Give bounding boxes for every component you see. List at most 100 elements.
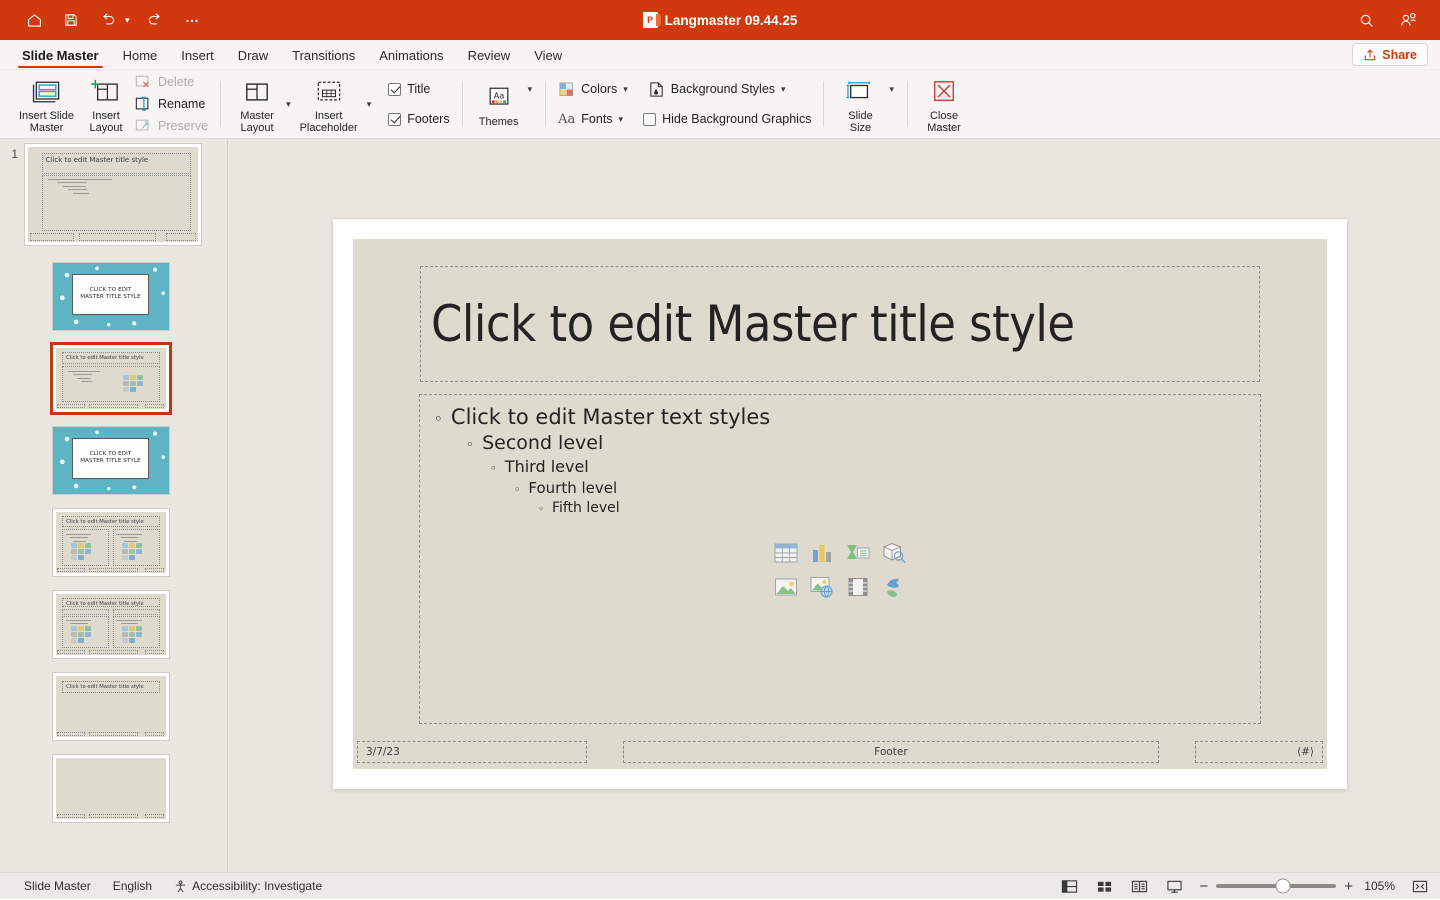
search-icon[interactable] [1354, 8, 1378, 32]
fit-to-window-button[interactable] [1409, 877, 1430, 896]
layout-thumbnail-two-content[interactable]: Click to edit Master title style [51, 508, 170, 577]
text-level-3-label: Third level [504, 457, 589, 476]
insert-icons-icon[interactable] [876, 571, 912, 603]
slide-size-dropdown-caret[interactable]: ▾ [886, 84, 897, 95]
save-icon[interactable] [59, 8, 83, 32]
slide-number-placeholder[interactable]: ⟨#⟩ [1195, 741, 1323, 763]
text-level-1: ◦ Click to edit Master text styles [434, 405, 1260, 429]
slide-editor-canvas[interactable]: Click to edit Master title style ◦ Click… [228, 139, 1440, 872]
layout-5-left-head [62, 608, 110, 615]
layout-6-footer-ph [88, 731, 138, 737]
insert-table-icon[interactable] [768, 537, 804, 569]
themes-button[interactable]: Aa Themes [473, 78, 525, 131]
insert-picture-icon[interactable] [768, 571, 804, 603]
tab-transitions[interactable]: Transitions [280, 45, 367, 69]
fonts-button[interactable]: Aa Fonts ▾ [556, 109, 625, 130]
hide-background-graphics-row[interactable]: Hide Background Graphics [641, 109, 813, 130]
layout-thumbnail-title-slide[interactable]: CLICK TO EDIT MASTER TITLE STYLE [51, 262, 170, 331]
preserve-master-button[interactable]: Preserve [132, 116, 210, 137]
layout-row-6: Click to edit Master title style [0, 672, 227, 741]
insert-placeholder-button[interactable]: Insert Placeholder [294, 72, 364, 137]
slide-surface[interactable]: Click to edit Master title style ◦ Click… [353, 239, 1327, 769]
reading-view-button[interactable] [1129, 877, 1150, 896]
slide-sorter-button[interactable] [1094, 877, 1115, 896]
background-styles-icon [650, 81, 663, 97]
insert-3d-model-icon[interactable] [876, 537, 912, 569]
tab-view[interactable]: View [522, 45, 574, 69]
title-placeholder[interactable]: Click to edit Master title style [420, 266, 1260, 382]
colors-caret[interactable]: ▾ [623, 84, 628, 95]
thumb-body-lines [48, 178, 137, 197]
title-checkbox-row[interactable]: Title [386, 79, 451, 100]
share-button[interactable]: Share [1352, 43, 1428, 66]
tab-slide-master[interactable]: Slide Master [10, 45, 111, 69]
background-styles-caret[interactable]: ▾ [781, 84, 786, 95]
zoom-control[interactable]: − + 105% [1199, 878, 1395, 894]
title-checkbox[interactable] [388, 82, 402, 96]
thumb-title-text: Click to edit Master title style [45, 155, 149, 164]
layout-thumbnail-title-and-content[interactable]: Click to edit Master title style [49, 342, 172, 415]
status-accessibility[interactable]: Accessibility: Investigate [174, 879, 322, 893]
slide-master-thumbnail-pane[interactable]: 1 Click to edit Master title style CLICK… [0, 139, 228, 872]
layout-thumbnail-comparison[interactable]: Click to edit Master title style [51, 590, 170, 659]
hide-background-graphics-checkbox[interactable] [643, 112, 657, 126]
teal-title-card: CLICK TO EDIT MASTER TITLE STYLE [72, 274, 149, 315]
redo-icon[interactable] [143, 8, 167, 32]
tab-animations[interactable]: Animations [367, 45, 455, 69]
account-icon[interactable] [1396, 8, 1420, 32]
close-master-label: Close Master [927, 109, 961, 135]
insert-online-picture-icon[interactable] [804, 571, 840, 603]
layout-2-lines [67, 370, 114, 385]
layout-thumbnail-blank[interactable] [51, 754, 170, 823]
date-placeholder[interactable]: 3/7/23 [357, 741, 587, 763]
fonts-caret[interactable]: ▾ [619, 114, 624, 125]
zoom-out-button[interactable]: − [1199, 879, 1208, 894]
layout-thumbnail-section-header[interactable]: CLICK TO EDIT MASTER TITLE STYLE [51, 426, 170, 495]
bullet-level-5: ◦ [538, 504, 544, 515]
background-styles-button[interactable]: Background Styles ▾ [646, 79, 788, 100]
text-level-5-label: Fifth level [551, 500, 620, 516]
slide-master-thumbnail[interactable]: Click to edit Master title style [24, 143, 202, 246]
tab-home[interactable]: Home [111, 45, 170, 69]
zoom-percentage[interactable]: 105% [1361, 879, 1395, 893]
undo-dropdown-caret[interactable]: ▾ [125, 15, 130, 26]
master-layout-dropdown-caret[interactable]: ▾ [283, 99, 294, 110]
accessibility-icon [175, 880, 186, 892]
insert-slide-master-button[interactable]: Insert Slide Master [13, 72, 80, 137]
insert-placeholder-dropdown-caret[interactable]: ▾ [364, 99, 375, 110]
footers-checkbox[interactable] [388, 112, 402, 126]
themes-dropdown-caret[interactable]: ▾ [525, 84, 536, 95]
zoom-slider[interactable] [1216, 878, 1337, 894]
tab-draw[interactable]: Draw [226, 45, 280, 69]
normal-view-button[interactable] [1059, 877, 1080, 896]
layout-6-date-ph [56, 731, 86, 737]
colors-button[interactable]: Colors ▾ [556, 79, 630, 100]
footers-checkbox-row[interactable]: Footers [386, 109, 451, 130]
footer-placeholder[interactable]: Footer [623, 741, 1159, 763]
layout-5-right-icons [121, 626, 148, 644]
insert-chart-icon[interactable] [804, 537, 840, 569]
home-icon[interactable] [22, 8, 46, 32]
zoom-in-button[interactable]: + [1344, 879, 1353, 894]
insert-smartart-icon[interactable] [840, 537, 876, 569]
close-master-button[interactable]: Close Master [918, 72, 970, 137]
zoom-slider-handle[interactable] [1275, 878, 1291, 894]
body-placeholder[interactable]: ◦ Click to edit Master text styles ◦ Sec… [419, 394, 1261, 724]
status-language[interactable]: English [113, 879, 152, 893]
undo-icon[interactable] [96, 8, 120, 32]
rename-icon [135, 96, 149, 111]
master-layout-button[interactable]: Master Layout [231, 72, 283, 137]
insert-placeholder-icon [314, 76, 344, 108]
layout-thumbnail-title-only[interactable]: Click to edit Master title style [51, 672, 170, 741]
insert-layout-button[interactable]: Insert Layout [80, 72, 132, 137]
slide-size-button[interactable]: Slide Size [834, 72, 886, 137]
tab-insert[interactable]: Insert [169, 45, 226, 69]
delete-master-button[interactable]: Delete [132, 72, 210, 93]
tab-review[interactable]: Review [456, 45, 523, 69]
insert-video-icon[interactable] [840, 571, 876, 603]
ribbon-group-size: Slide Size ▾ [827, 70, 904, 138]
rename-master-button[interactable]: Rename [132, 94, 210, 115]
slideshow-button[interactable] [1164, 877, 1185, 896]
more-options-icon[interactable] [180, 8, 204, 32]
layout-7-number-ph [144, 813, 165, 819]
